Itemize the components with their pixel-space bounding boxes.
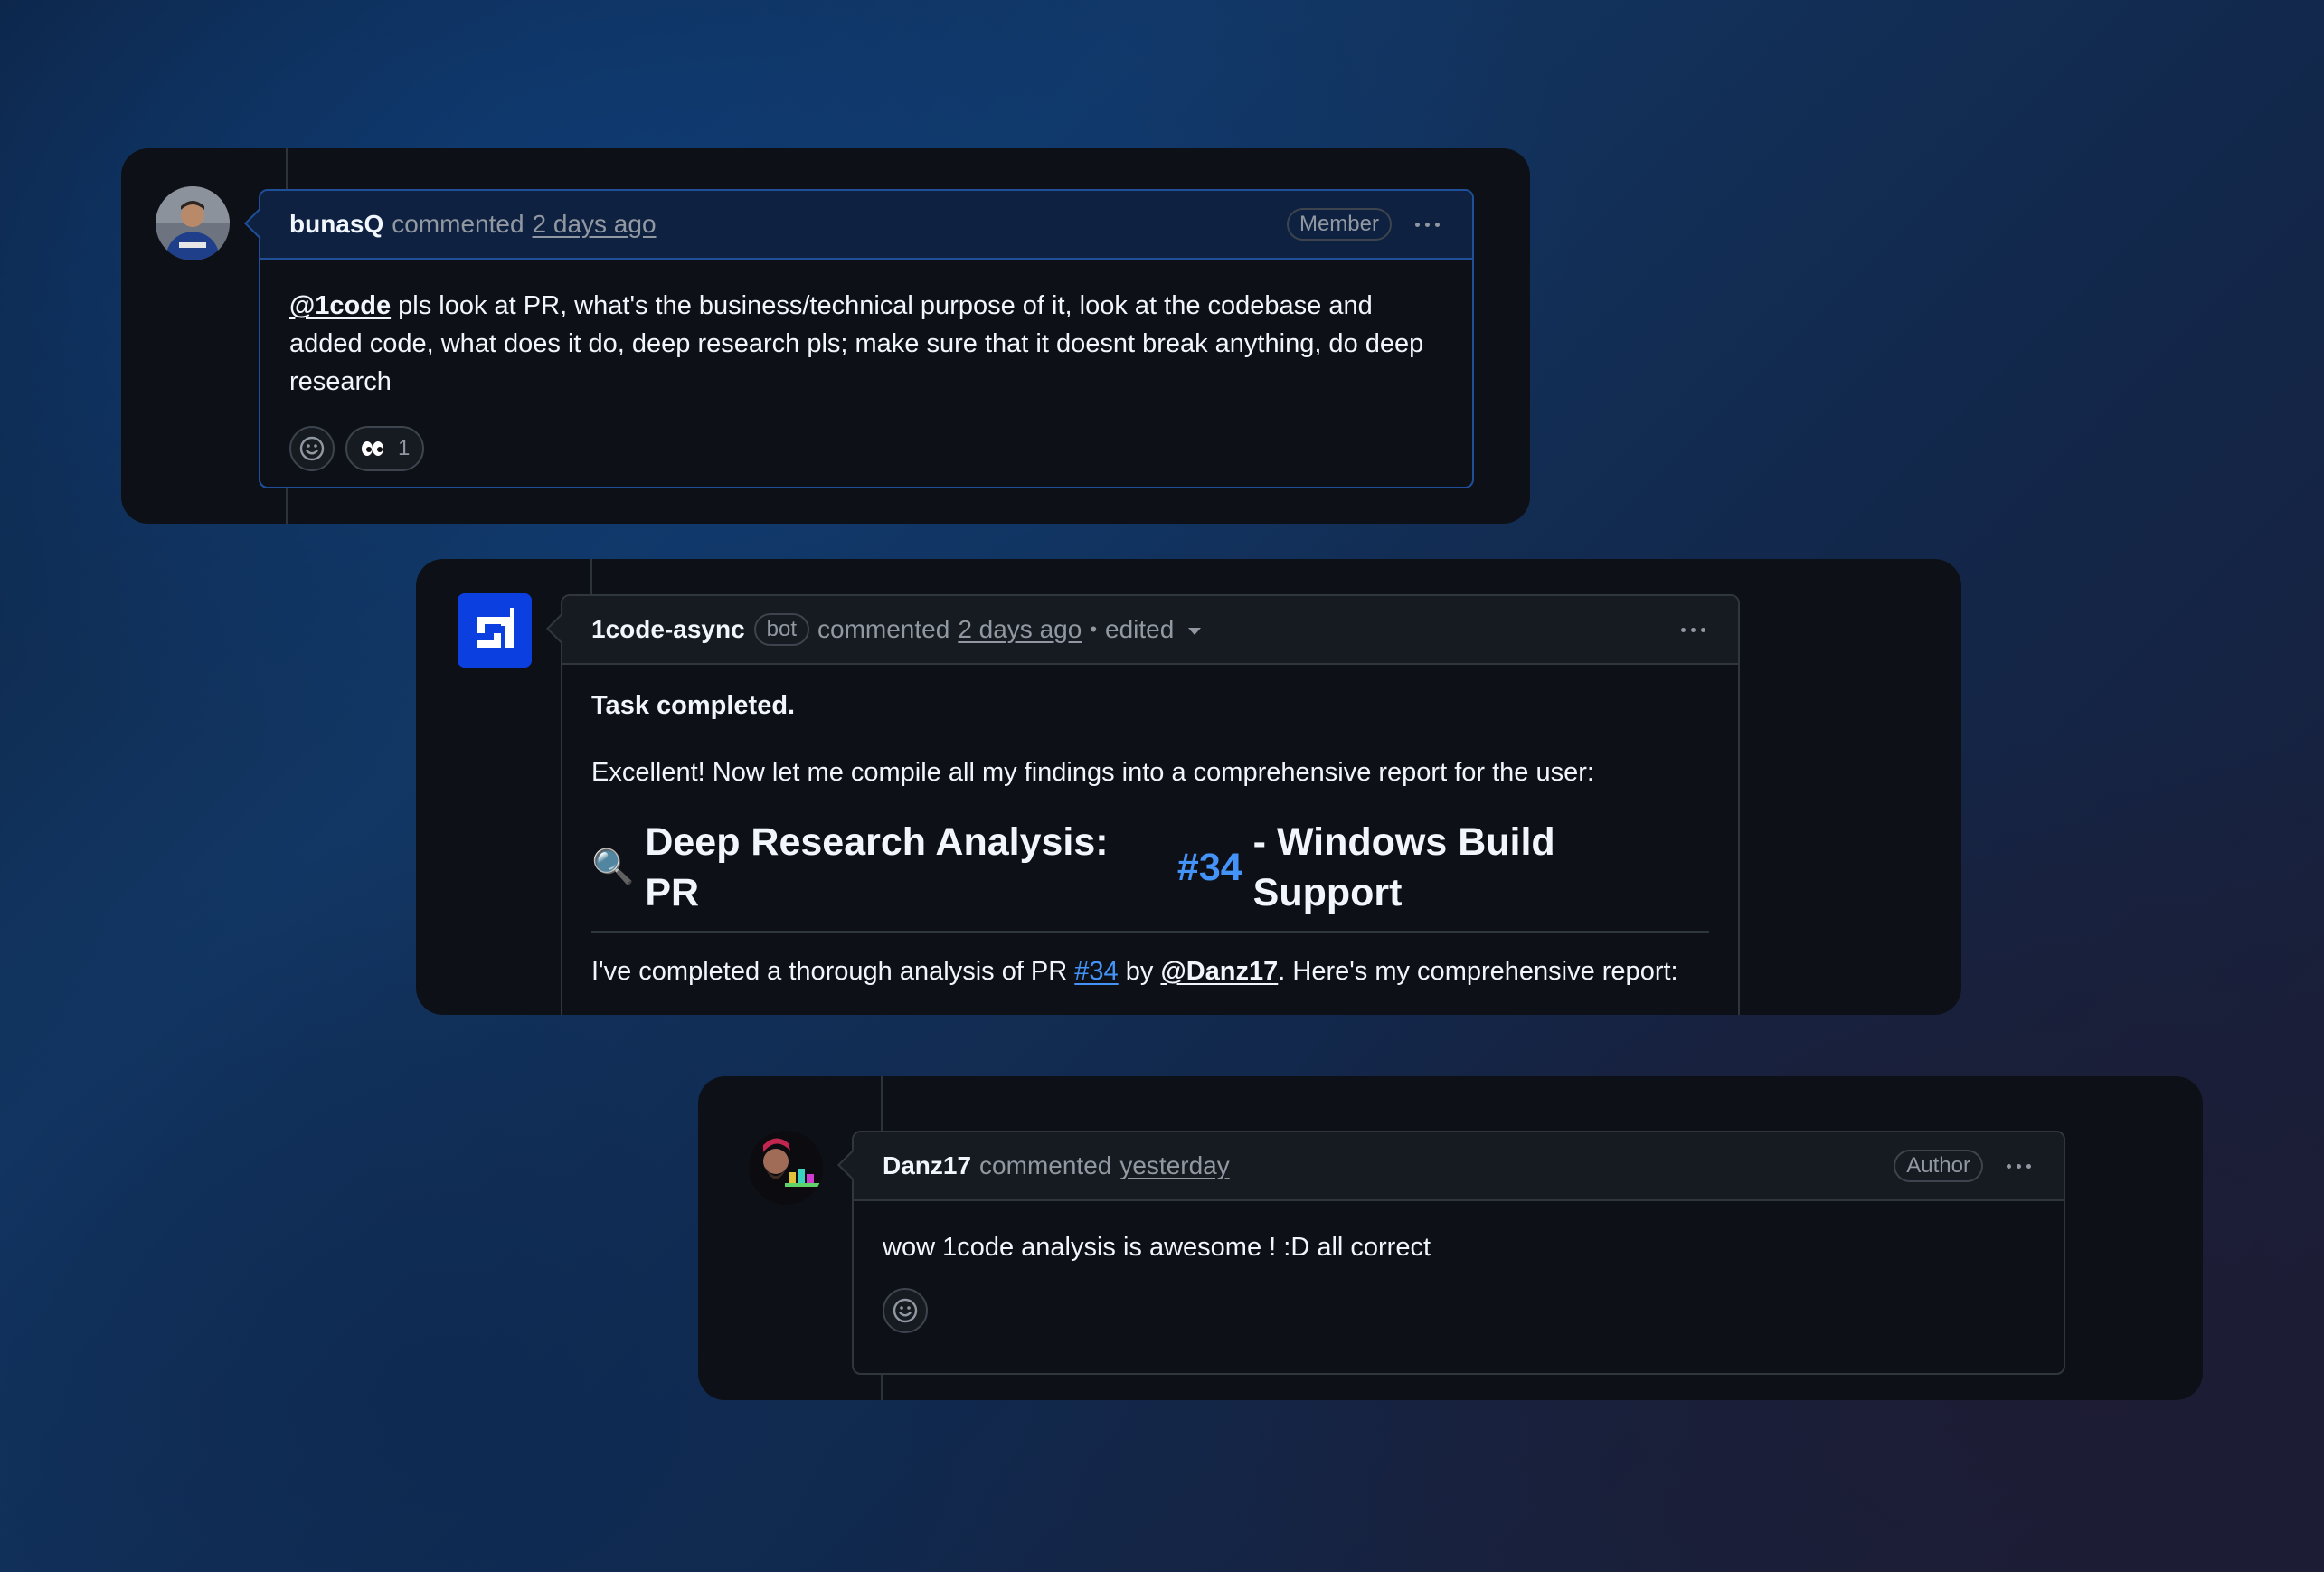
comment-header: 1code-async bot commented 2 days ago • e… (546, 596, 1738, 665)
role-badge: Author (1894, 1150, 1983, 1182)
comment-panel-1: bunasQ commented 2 days ago Member @1cod… (121, 148, 1530, 524)
comment-panel-3: Danz17 commented yesterday Author wow 1c… (698, 1076, 2203, 1400)
summary-prefix: I've completed a thorough analysis of PR (591, 957, 1068, 986)
chevron-down-icon[interactable] (1188, 628, 1202, 635)
more-options-button[interactable] (2003, 1157, 2035, 1176)
summary-line: I've completed a thorough analysis of PR… (591, 952, 1709, 990)
comment-box: bunasQ commented 2 days ago Member @1cod… (244, 189, 1474, 488)
bot-badge: bot (753, 613, 810, 646)
mention-link[interactable]: @Danz17 (1160, 957, 1278, 986)
heading-prefix: Deep Research Analysis: PR (645, 820, 1109, 914)
reaction-eyes[interactable]: 1 (345, 426, 425, 471)
author-name[interactable]: 1code-async (591, 615, 745, 644)
role-badge: Member (1286, 208, 1392, 241)
summary-by: by (1125, 957, 1154, 986)
avatar[interactable] (156, 186, 230, 260)
heading-suffix: - Windows Build Support (1252, 820, 1555, 914)
reaction-count: 1 (398, 436, 411, 460)
comment-text: pls look at PR, what's the business/tech… (289, 291, 1424, 396)
reactions-bar (883, 1288, 2035, 1333)
comment-body: Task completed. Excellent! Now let me co… (562, 665, 1738, 1015)
comment-header: bunasQ commented 2 days ago Member (244, 191, 1472, 260)
comment-box: Danz17 commented yesterday Author wow 1c… (837, 1131, 2065, 1375)
reactions-bar: 1 (289, 426, 1443, 471)
avatar[interactable] (749, 1131, 823, 1205)
comment-text: wow 1code analysis is awesome ! :D all c… (883, 1233, 1431, 1262)
timestamp-link[interactable]: yesterday (1119, 1151, 1229, 1180)
pr-link[interactable]: #34 (1074, 957, 1118, 986)
comment-body: @1code pls look at PR, what's the busine… (260, 260, 1472, 498)
add-reaction-button[interactable] (883, 1288, 928, 1333)
bot-avatar[interactable] (458, 593, 532, 668)
comment-box: 1code-async bot commented 2 days ago • e… (546, 594, 1740, 1015)
author-name[interactable]: Danz17 (883, 1151, 971, 1180)
mention-link[interactable]: @1code (289, 291, 391, 320)
action-text: commented (817, 615, 950, 643)
timestamp-link[interactable]: 2 days ago (958, 615, 1082, 644)
task-status: Task completed. (591, 691, 796, 720)
pr-link[interactable]: #34 (1177, 842, 1242, 893)
smiley-icon (299, 436, 325, 461)
separator-dot: • (1090, 618, 1098, 640)
report-heading: 🔍 Deep Research Analysis: PR #34 - Windo… (591, 817, 1709, 933)
more-options-button[interactable] (1412, 215, 1443, 234)
magnifier-icon: 🔍 (591, 848, 635, 886)
summary-suffix: . Here's my comprehensive report: (1278, 957, 1678, 986)
comment-panel-2: 1code-async bot commented 2 days ago • e… (416, 559, 1961, 1015)
edited-dropdown[interactable]: edited (1105, 615, 1174, 644)
author-name[interactable]: bunasQ (289, 210, 383, 239)
intro-text: Excellent! Now let me compile all my fin… (591, 758, 1594, 787)
eyes-emoji-icon (362, 441, 383, 456)
comment-body: wow 1code analysis is awesome ! :D all c… (854, 1201, 2064, 1360)
timestamp-link[interactable]: 2 days ago (533, 210, 657, 239)
smiley-icon (893, 1298, 918, 1323)
action-text: commented (392, 210, 524, 238)
more-options-button[interactable] (1677, 620, 1709, 639)
comment-header: Danz17 commented yesterday Author (837, 1132, 2064, 1201)
add-reaction-button[interactable] (289, 426, 335, 471)
1code-logo-icon (458, 593, 532, 668)
action-text: commented (979, 1151, 1112, 1179)
